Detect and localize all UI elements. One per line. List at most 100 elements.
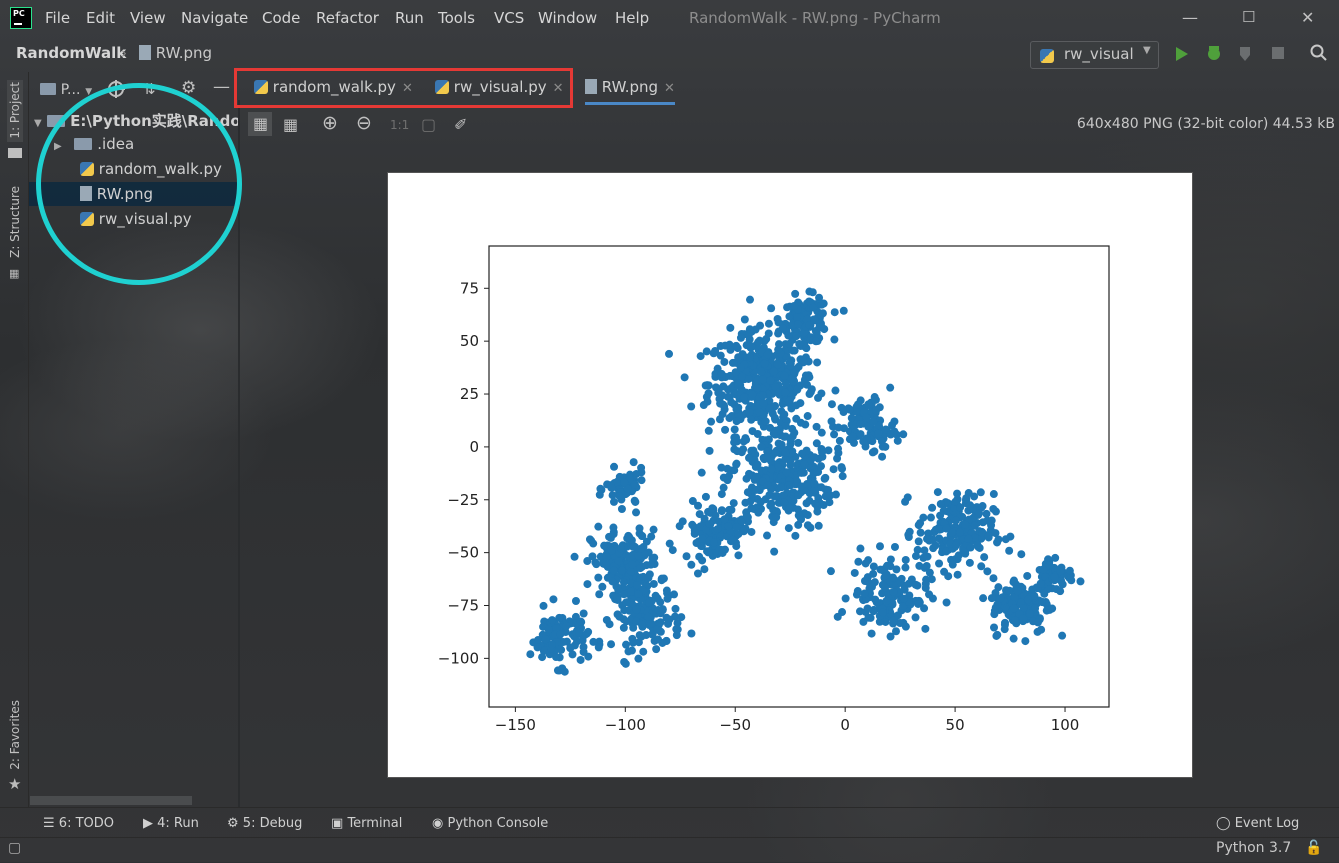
menu-edit[interactable]: Edit (86, 9, 115, 27)
data-point (781, 388, 790, 397)
star-icon: ★ (8, 775, 22, 793)
data-point (617, 504, 626, 513)
menu-tools[interactable]: Tools (438, 9, 475, 27)
data-point (929, 544, 938, 553)
data-point (987, 594, 996, 603)
data-point (737, 372, 746, 381)
fit-window-icon[interactable]: ▢ (421, 115, 436, 134)
menu-code[interactable]: Code (262, 9, 300, 27)
project-panel-header[interactable]: P... ▼ (40, 80, 92, 98)
minimize-icon[interactable]: — (1182, 8, 1198, 27)
data-point (856, 544, 865, 553)
tool-todo[interactable]: ☰ 6: TODO (43, 816, 114, 831)
data-point (1050, 573, 1059, 582)
grid-icon[interactable]: ▦ (283, 115, 298, 134)
data-point (805, 496, 814, 505)
data-point (890, 542, 899, 551)
actual-size-button[interactable]: 1:1 (390, 118, 409, 132)
bottom-tool-bar (0, 807, 1339, 838)
chessboard-icon[interactable]: ▦ (248, 112, 272, 136)
data-point (834, 423, 843, 432)
zoom-in-icon[interactable]: ⊕ (322, 112, 338, 134)
image-file-icon (585, 79, 597, 94)
menu-vcs[interactable]: VCS (494, 9, 524, 27)
menu-run[interactable]: Run (395, 9, 424, 27)
close-icon[interactable]: ✕ (1301, 8, 1314, 27)
data-point (742, 435, 751, 444)
tool-event-log[interactable]: ◯ Event Log (1216, 816, 1299, 831)
breadcrumb-file[interactable]: RW.png (139, 44, 212, 62)
data-point (622, 598, 631, 607)
close-tab-icon[interactable]: ✕ (664, 81, 675, 96)
expand-down-icon: ▼ (34, 118, 42, 129)
data-point (732, 459, 741, 468)
menu-help[interactable]: Help (615, 9, 649, 27)
breadcrumb-project[interactable]: RandomWalk (16, 44, 126, 62)
horizontal-scrollbar[interactable] (30, 796, 192, 805)
zoom-out-icon[interactable]: ⊖ (356, 112, 372, 134)
tool-terminal[interactable]: ▣ Terminal (331, 816, 402, 831)
tool-debug[interactable]: ⚙ 5: Debug (227, 816, 302, 831)
menu-file[interactable]: File (45, 9, 70, 27)
data-point (634, 589, 643, 598)
data-point (770, 492, 779, 501)
data-point (831, 386, 840, 395)
tool-window-structure[interactable]: Z: Structure (8, 186, 22, 258)
lock-icon[interactable]: 🔓 (1305, 840, 1322, 856)
run-config-selector[interactable]: rw_visual ▼ (1030, 41, 1159, 69)
maximize-icon[interactable]: ☐ (1242, 8, 1255, 26)
tool-python-console[interactable]: ◉ Python Console (432, 816, 548, 831)
data-point (965, 558, 974, 567)
data-point (725, 393, 734, 402)
menu-navigate[interactable]: Navigate (181, 9, 248, 27)
data-point (886, 555, 895, 564)
data-point (764, 329, 773, 338)
tool-run[interactable]: ▶ 4: Run (143, 816, 199, 831)
data-point (1013, 587, 1022, 596)
data-point (665, 615, 674, 624)
data-point (707, 417, 716, 426)
data-point (729, 499, 738, 508)
data-point (773, 315, 782, 324)
data-point (920, 546, 929, 555)
layout-icon[interactable]: ▢ (8, 840, 21, 856)
data-point (720, 515, 729, 524)
stop-icon[interactable] (1271, 46, 1285, 60)
menu-view[interactable]: View (130, 9, 166, 27)
data-point (748, 390, 757, 399)
menu-refactor[interactable]: Refactor (316, 9, 379, 27)
tab-rw-png[interactable]: RW.png ✕ (585, 78, 675, 105)
data-point (870, 447, 879, 456)
search-icon[interactable] (1310, 44, 1328, 62)
interpreter-status[interactable]: Python 3.7 (1216, 840, 1291, 856)
data-point (899, 430, 908, 439)
data-point (718, 410, 727, 419)
data-point (911, 613, 920, 622)
coverage-icon[interactable] (1237, 45, 1255, 63)
hide-panel-icon[interactable]: — (213, 77, 230, 97)
data-point (746, 295, 755, 304)
data-point (736, 363, 745, 372)
data-point (602, 616, 611, 625)
y-tick-label: −25 (447, 491, 479, 509)
data-point (753, 384, 762, 393)
run-icon[interactable] (1174, 46, 1190, 62)
data-point (966, 543, 975, 552)
data-point (853, 400, 862, 409)
menu-window[interactable]: Window (538, 9, 597, 27)
debug-icon[interactable] (1205, 44, 1223, 62)
data-point (792, 414, 801, 423)
tool-window-favorites[interactable]: 2: Favorites (8, 700, 22, 770)
tool-window-project[interactable]: 1: Project (7, 80, 23, 142)
color-picker-icon[interactable]: ✐ (454, 115, 467, 134)
data-point (875, 542, 884, 551)
data-point (862, 413, 871, 422)
data-point (662, 586, 671, 595)
data-point (632, 508, 641, 517)
data-point (709, 538, 718, 547)
data-point (602, 552, 611, 561)
data-point (741, 498, 750, 507)
data-point (607, 483, 616, 492)
data-point (951, 516, 960, 525)
data-point (634, 551, 643, 560)
